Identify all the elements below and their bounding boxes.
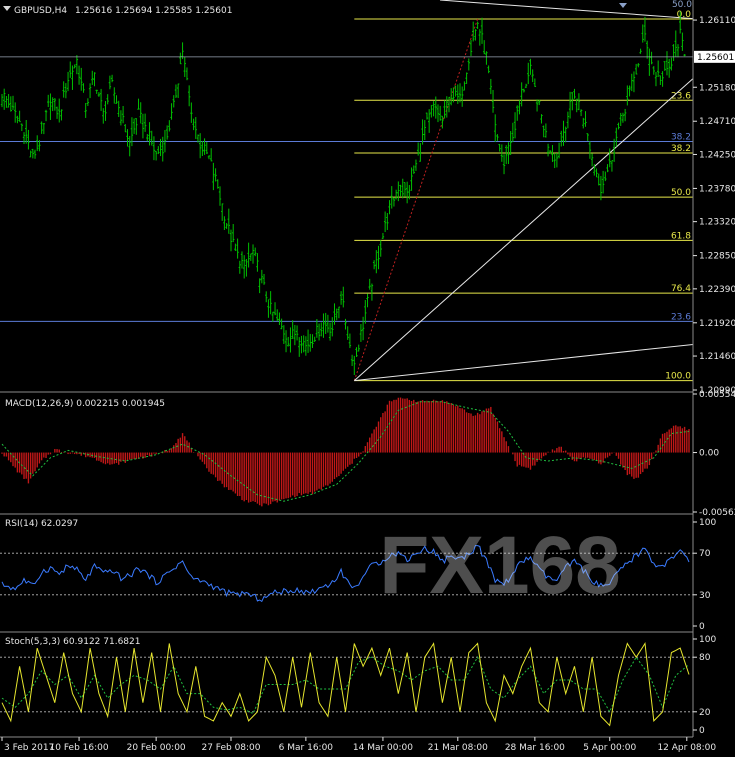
fib-level-label: 100.0 — [665, 372, 691, 382]
macd-title: MACD(12,26,9) 0.002215 0.001945 — [5, 399, 165, 409]
stoch-tick-label: 0 — [699, 726, 705, 736]
price-tick-label: 1.24250 — [699, 150, 735, 160]
rsi-tick-label: 100 — [699, 518, 716, 528]
time-tick-label: 27 Feb 08:00 — [201, 743, 260, 753]
horizontal-level-label: 23.6 — [671, 312, 691, 322]
current-price-marker: 1.25601 — [694, 50, 735, 63]
price-tick-label: 1.24710 — [699, 117, 735, 127]
rsi-tick-label: 30 — [699, 591, 711, 601]
fib-level-label: 23.6 — [671, 91, 691, 101]
watermark-logo: FX168 — [379, 520, 621, 611]
trading-chart[interactable]: 38.223.60.023.638.250.061.876.4100.0 1.2… — [0, 0, 735, 757]
stoch-tick-label: 100 — [699, 635, 716, 645]
horizontal-level-label: 38.2 — [671, 132, 691, 142]
time-tick-label: 5 Apr 00:00 — [583, 743, 636, 753]
time-tick-label: 3 Feb 2017 — [4, 743, 54, 753]
stoch-tick-label: 20 — [699, 708, 711, 718]
price-tick-label: 1.26110 — [699, 16, 735, 26]
stoch-tick-label: 80 — [699, 653, 711, 663]
time-tick-label: 10 Feb 16:00 — [50, 743, 109, 753]
price-tick-label: 1.22850 — [699, 252, 735, 262]
time-tick-label: 28 Mar 16:00 — [505, 743, 565, 753]
stoch-title: Stoch(5,3,3) 60.9122 71.6821 — [5, 637, 140, 647]
time-tick-label: 21 Mar 08:00 — [428, 743, 488, 753]
price-tick-label: 1.25180 — [699, 83, 735, 93]
macd-tick-label: 0.005541 — [699, 390, 735, 400]
current-price-label: 1.25601 — [697, 53, 734, 63]
macd-tick-label: -0.005626 — [699, 508, 735, 518]
symbol-label: GBPUSD,H4 — [14, 6, 67, 16]
price-tick-label: 1.23320 — [699, 218, 735, 228]
time-tick-label: 12 Apr 08:00 — [657, 743, 716, 753]
price-tick-label: 1.23780 — [699, 184, 735, 194]
rsi-tick-label: 0 — [699, 622, 705, 632]
time-tick-label: 20 Feb 00:00 — [127, 743, 186, 753]
time-tick-label: 6 Mar 16:00 — [279, 743, 334, 753]
time-tick-label: 14 Mar 00:00 — [353, 743, 413, 753]
ohlc-label: 1.25616 1.25694 1.25585 1.25601 — [75, 6, 232, 16]
price-tick-label: 1.22390 — [699, 285, 735, 295]
fib-level-label: 61.8 — [671, 231, 691, 241]
fib-level-label: 50.0 — [671, 188, 691, 198]
price-tick-label: 1.21920 — [699, 319, 735, 329]
fib-level-label: 76.4 — [671, 284, 691, 294]
price-tick-label: 1.21460 — [699, 352, 735, 362]
rsi-tick-label: 70 — [699, 549, 711, 559]
rsi-title: RSI(14) 62.0297 — [5, 519, 78, 529]
macd-tick-label: 0.00 — [699, 449, 719, 459]
top-fib-label: 50.0 — [672, 0, 692, 10]
fib-level-label: 38.2 — [671, 144, 691, 154]
